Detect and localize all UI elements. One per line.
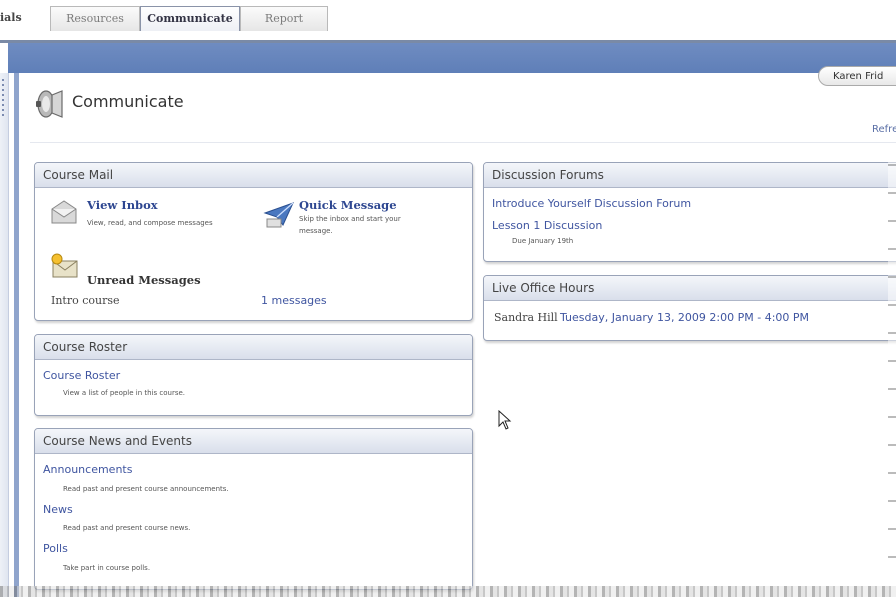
right-edge <box>888 150 896 580</box>
unread-count-link[interactable]: 1 messages <box>261 294 327 307</box>
left-frame-bar <box>0 73 9 597</box>
course-roster-link[interactable]: Course Roster <box>43 369 120 382</box>
unread-messages-heading: Unread Messages <box>87 273 201 287</box>
announcements-link[interactable]: Announcements <box>43 463 132 476</box>
course-mail-panel: Course Mail View Inbox View, read, and c… <box>34 162 473 321</box>
discussion-forums-panel: Discussion Forums Introduce Yourself Dis… <box>483 162 896 262</box>
course-news-header: Course News and Events <box>35 429 472 454</box>
polls-link[interactable]: Polls <box>43 542 68 555</box>
resize-handle[interactable] <box>2 79 4 119</box>
office-hours-time-link[interactable]: Tuesday, January 13, 2009 2:00 PM - 4:00… <box>560 311 809 324</box>
course-news-panel: Course News and Events Announcements Rea… <box>34 428 473 590</box>
quick-message-icon <box>263 202 294 228</box>
course-roster-panel: Course Roster Course Roster View a list … <box>34 334 473 416</box>
mouse-cursor-icon <box>498 410 512 430</box>
user-name-button[interactable]: Karen Frid <box>818 66 896 86</box>
refresh-link[interactable]: Refre <box>872 124 896 135</box>
top-tab-bar: ials Resources Communicate Report <box>0 0 896 43</box>
office-hours-host: Sandra Hill <box>494 311 558 324</box>
view-inbox-link[interactable]: View Inbox <box>87 198 158 212</box>
unread-course-name: Intro course <box>51 294 120 307</box>
announcements-desc: Read past and present course announcemen… <box>63 485 229 493</box>
news-link[interactable]: News <box>43 503 73 516</box>
forum-due-date: Due January 19th <box>512 237 574 245</box>
communicate-icon <box>36 90 63 118</box>
live-office-hours-header: Live Office Hours <box>484 276 896 301</box>
course-mail-header: Course Mail <box>35 163 472 188</box>
course-roster-desc: View a list of people in this course. <box>63 389 186 397</box>
quick-message-desc-2: message. <box>299 227 333 235</box>
tab-resources[interactable]: Resources <box>50 6 140 31</box>
torn-edge <box>0 586 896 597</box>
quick-message-desc: Skip the inbox and start your <box>299 215 401 223</box>
tab-report[interactable]: Report <box>240 6 328 31</box>
forum-link-lesson1[interactable]: Lesson 1 Discussion <box>492 219 602 232</box>
tab-partial-materials[interactable]: ials <box>0 6 42 30</box>
left-accent-bar <box>14 73 19 597</box>
course-roster-header: Course Roster <box>35 335 472 360</box>
quick-message-link[interactable]: Quick Message <box>299 198 397 212</box>
unread-mail-icon <box>51 253 78 278</box>
news-desc: Read past and present course news. <box>63 524 191 532</box>
tab-communicate[interactable]: Communicate <box>140 6 240 31</box>
live-office-hours-panel: Live Office Hours Sandra Hill Tuesday, J… <box>483 275 896 341</box>
view-inbox-desc: View, read, and compose messages <box>87 219 213 227</box>
forum-link-introduce[interactable]: Introduce Yourself Discussion Forum <box>492 197 691 210</box>
discussion-forums-header: Discussion Forums <box>484 163 896 188</box>
header-band <box>8 43 896 73</box>
polls-desc: Take part in course polls. <box>63 564 151 572</box>
divider <box>30 142 896 143</box>
envelope-icon <box>51 200 77 224</box>
page-title: Communicate <box>72 92 184 111</box>
